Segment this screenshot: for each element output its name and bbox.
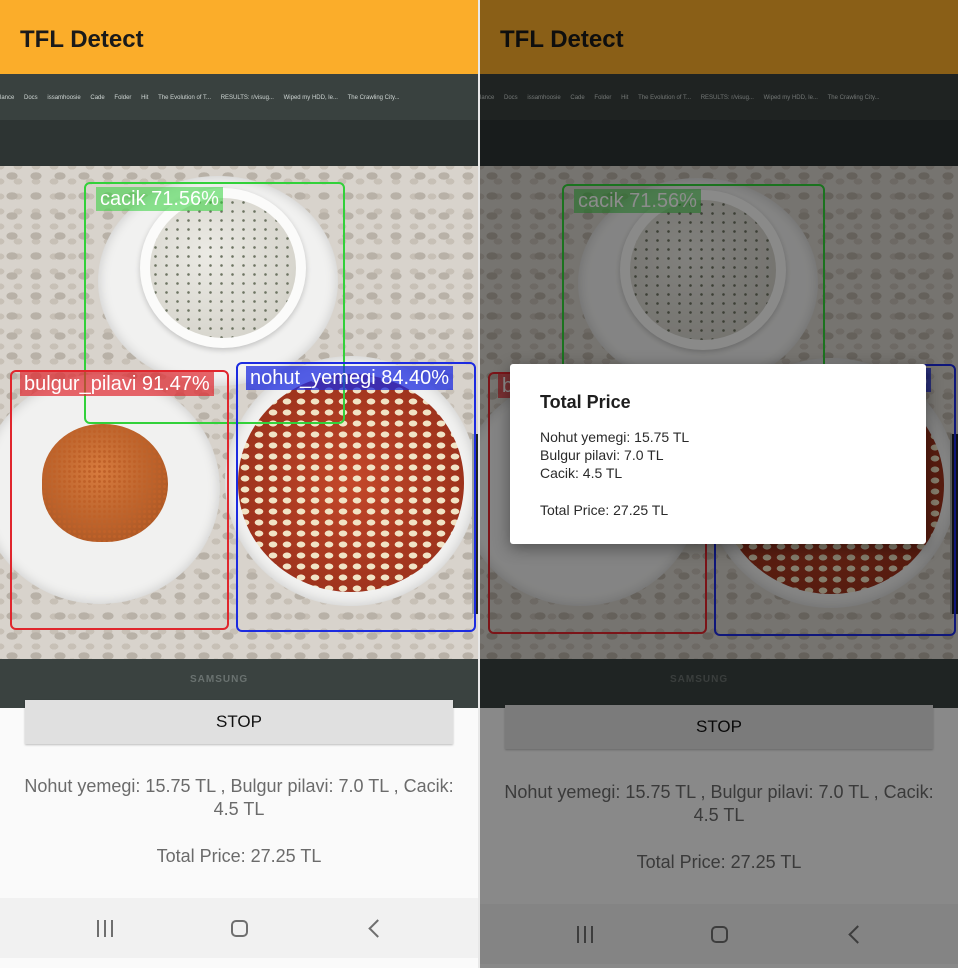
bookmark: RESULTS: r/visug... (220, 95, 274, 101)
browser-bookmarks-bar: lance Docs issamhoosie Cade Folder Hit T… (0, 74, 478, 120)
recents-icon[interactable] (85, 912, 125, 944)
detected-items-prices: Nohut yemegi: 15.75 TL , Bulgur pilavi: … (24, 776, 454, 819)
detection-label-nohut: nohut_yemegi 84.40% (246, 366, 454, 390)
dialog-item-line: Cacik: 4.5 TL (540, 465, 623, 481)
bookmark: lance (0, 95, 15, 101)
home-icon[interactable] (219, 912, 259, 944)
bookmark: Wiped my HDD, le... (283, 95, 338, 101)
bookmark: The Crawling City... (347, 95, 400, 101)
detection-label-cacik: cacik 71.56% (96, 187, 223, 211)
stop-button[interactable]: STOP (25, 700, 453, 744)
detection-label-bulgur: bulgur_pilavi 91.47% (20, 372, 214, 396)
dialog-title: Total Price (540, 392, 631, 412)
phone-screen-total-dialog: TFL Detect lance Docs issamhoosie Cade F… (480, 0, 958, 968)
back-icon[interactable] (354, 912, 394, 944)
system-nav-bar (0, 898, 478, 958)
dialog-total-line: Total Price: 27.25 TL (540, 502, 669, 518)
dialog-item-line: Bulgur pilavi: 7.0 TL (540, 447, 664, 463)
monitor-brand: SAMSUNG (190, 674, 249, 685)
detection-box-nohut (236, 362, 476, 632)
phone-screen-detection: TFL Detect lance Docs issamhoosie Cade F… (0, 0, 478, 968)
app-title: TFL Detect (20, 26, 144, 53)
bookmark: Hit (141, 95, 149, 101)
total-price-dialog: Total Price Nohut yemegi: 15.75 TL Bulgu… (510, 364, 926, 544)
app-bar: TFL Detect (0, 0, 478, 74)
camera-preview: lance Docs issamhoosie Cade Folder Hit T… (0, 74, 478, 708)
detection-box-bulgur (10, 370, 229, 630)
bookmark: Docs (24, 95, 38, 101)
bookmark: The Evolution of T... (158, 95, 212, 101)
bookmark: Cade (90, 95, 105, 101)
bookmark: issamhoosie (47, 95, 81, 101)
total-price-text: Total Price: 27.25 TL (156, 846, 322, 866)
dialog-item-line: Nohut yemegi: 15.75 TL (540, 429, 690, 445)
bookmark: Folder (114, 95, 132, 101)
